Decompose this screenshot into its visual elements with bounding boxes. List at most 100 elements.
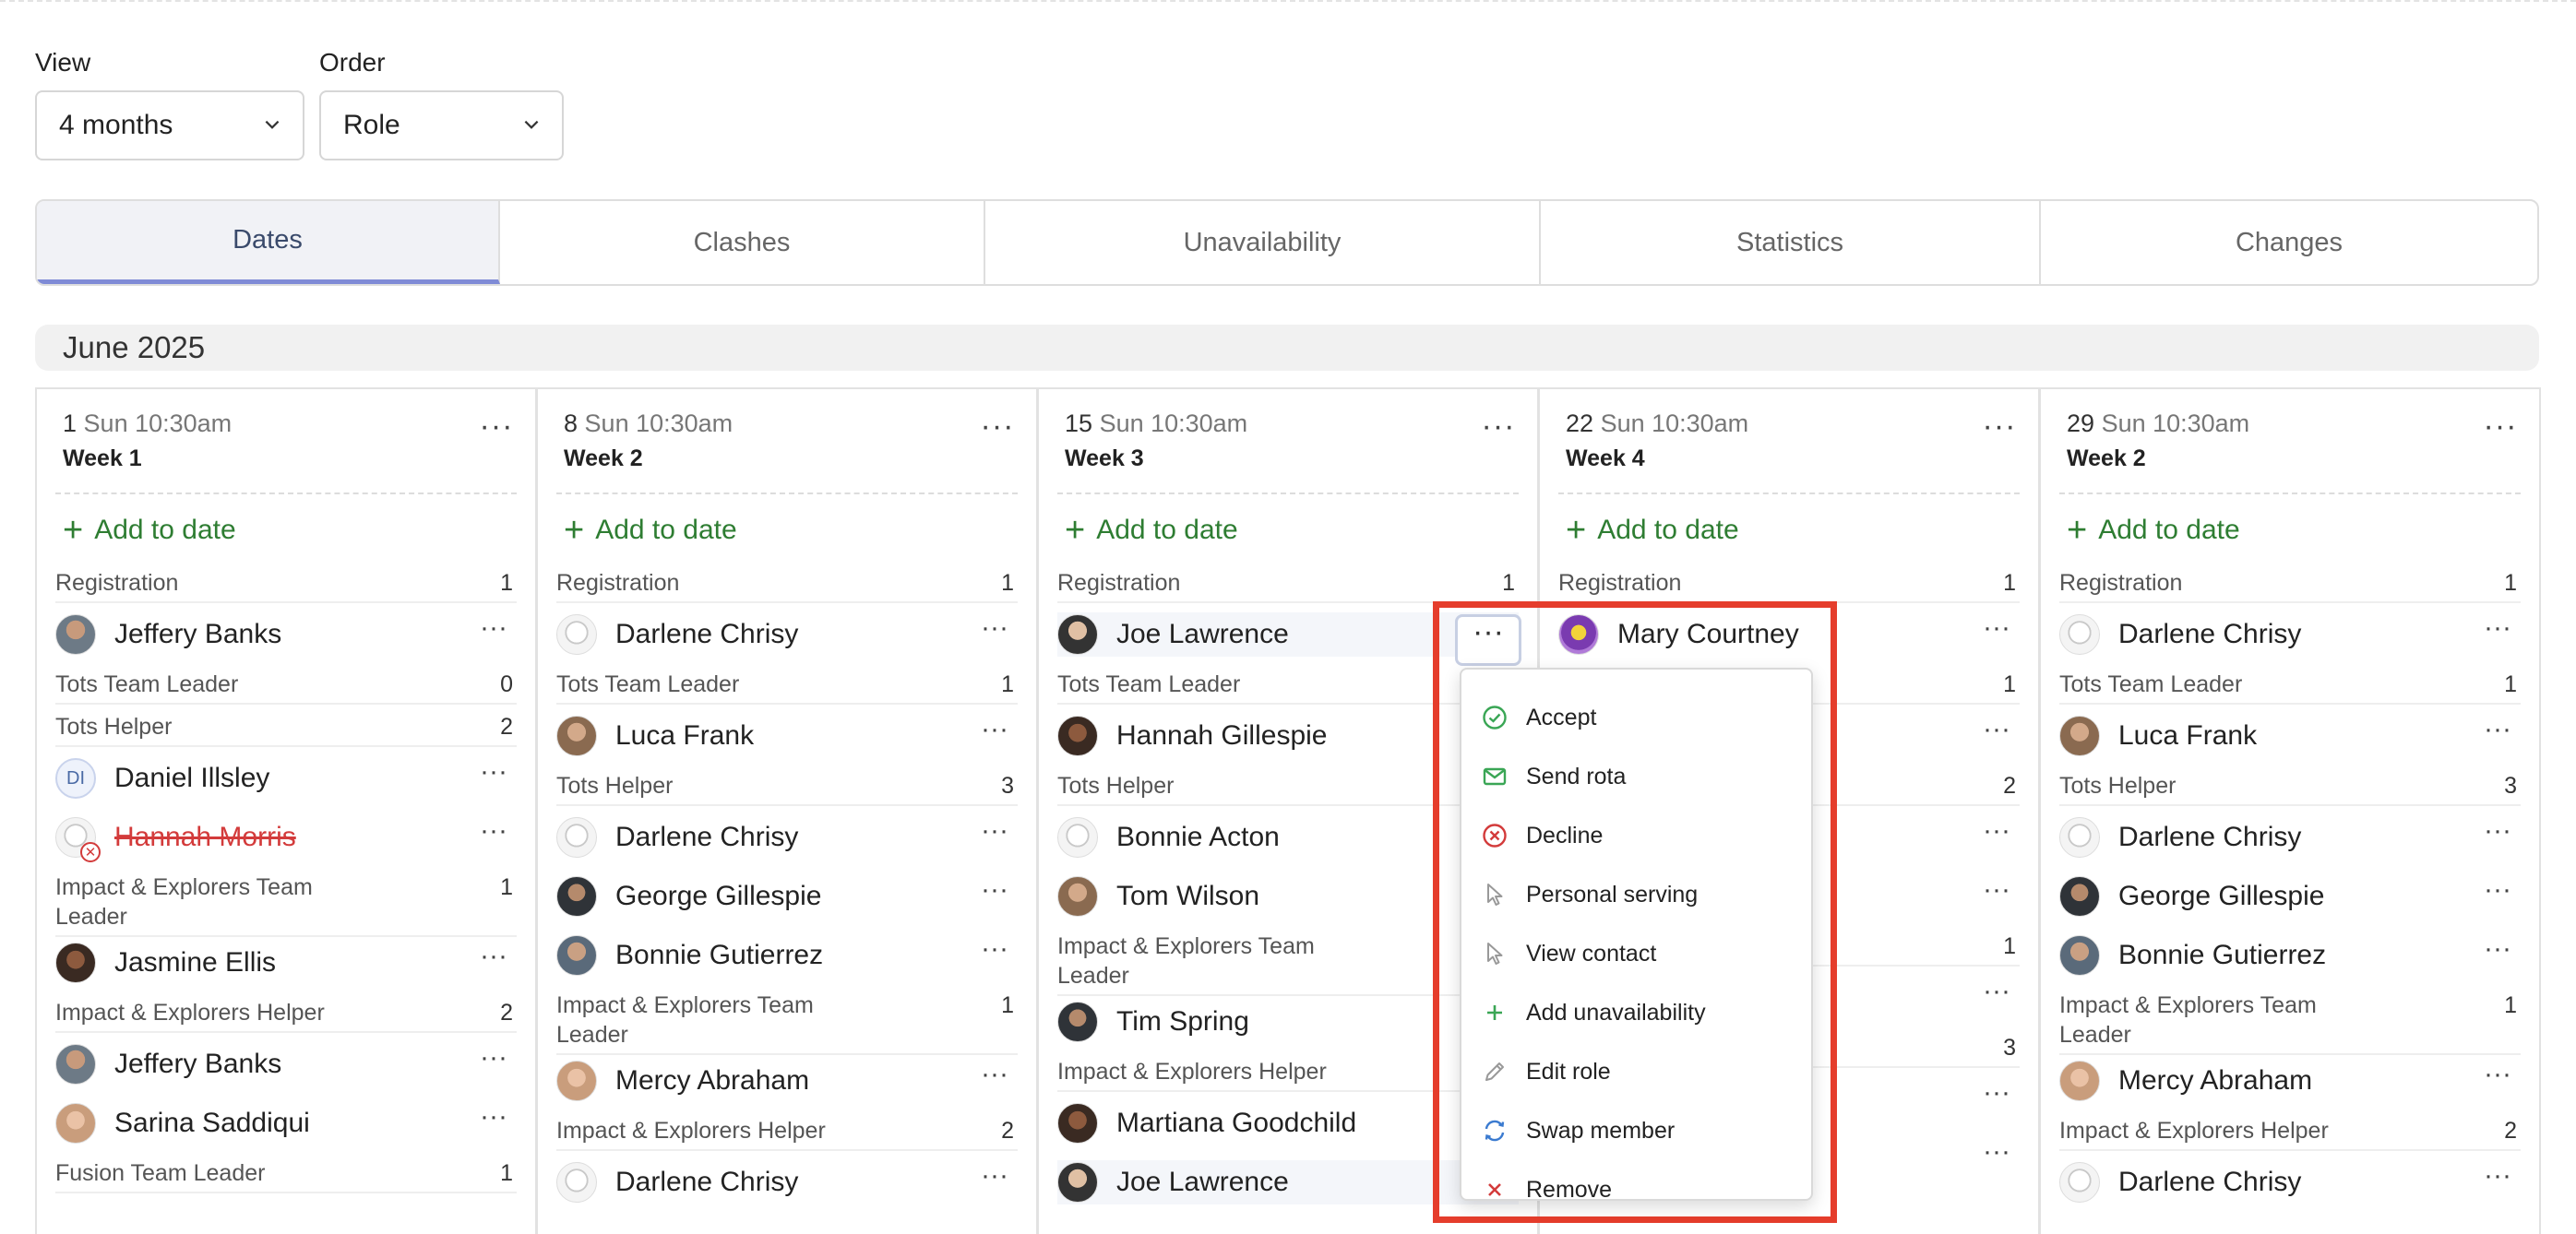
member-more-options-button[interactable]: ··· <box>981 1160 1008 1192</box>
member-name[interactable]: Darlene Chrisy <box>615 822 798 853</box>
member-name[interactable]: Joe Lawrence <box>1116 619 1289 650</box>
member-more-options-button[interactable]: ··· <box>2484 1059 2511 1090</box>
add-to-date-button[interactable]: + Add to date <box>1065 513 1238 548</box>
tab-unavailability[interactable]: Unavailability <box>985 201 1541 284</box>
role-header: Registration 1 <box>1558 568 2020 603</box>
member-more-options-button[interactable]: ··· <box>480 1101 507 1133</box>
member-more-options-button[interactable]: ··· <box>480 1042 507 1074</box>
member-name[interactable]: Jeffery Banks <box>114 1049 281 1080</box>
member-more-options-button[interactable]: ··· <box>1983 612 2010 644</box>
add-to-date-button[interactable]: + Add to date <box>1566 513 1739 548</box>
member-name[interactable]: Mercy Abraham <box>2118 1065 2312 1097</box>
menu-item-personal-serving[interactable]: Personal serving <box>1480 876 1698 913</box>
cursor-icon <box>1480 939 1509 968</box>
member-more-options-button[interactable]: ··· <box>480 756 507 788</box>
date-more-options-button[interactable]: ··· <box>2480 410 2521 448</box>
member-name[interactable]: Luca Frank <box>2118 720 2257 752</box>
date-more-options-button[interactable]: ··· <box>977 410 1018 448</box>
member-more-options-button[interactable]: ··· <box>480 612 507 644</box>
view-select[interactable]: 4 months <box>35 90 304 160</box>
avatar <box>2059 1061 2100 1101</box>
member-name[interactable]: Joe Lawrence <box>1116 1167 1289 1198</box>
member-name[interactable]: Darlene Chrisy <box>2118 619 2301 650</box>
menu-item-view-contact[interactable]: View contact <box>1480 935 1656 972</box>
member-name[interactable]: Bonnie Gutierrez <box>2118 940 2326 971</box>
member-name[interactable]: Hannah Gillespie <box>1116 720 1327 752</box>
add-to-date-label: Add to date <box>94 515 236 545</box>
member-more-options-button[interactable]: ··· <box>480 941 507 972</box>
member-row: Darlene Chrisy ··· <box>556 815 1018 860</box>
menu-item-label: Decline <box>1526 822 1604 848</box>
avatar <box>1057 876 1098 917</box>
menu-item-decline[interactable]: Decline <box>1480 817 1603 854</box>
member-name[interactable]: Jasmine Ellis <box>114 947 276 979</box>
member-name[interactable]: Luca Frank <box>615 720 754 752</box>
menu-item-accept[interactable]: Accept <box>1480 699 1596 736</box>
member-more-options-button[interactable]: ··· <box>981 612 1008 644</box>
member-row: Darlene Chrisy ··· <box>556 612 1018 657</box>
order-select[interactable]: Role <box>319 90 564 160</box>
member-more-options-button[interactable]: ··· <box>1983 714 2010 745</box>
tab-statistics[interactable]: Statistics <box>1541 201 2041 284</box>
member-more-options-button[interactable]: ··· <box>1983 976 2010 1007</box>
member-name[interactable]: Hannah Morris <box>114 822 296 853</box>
date-header: 29 Sun 10:30am Week 2 <box>2067 409 2249 472</box>
member-name[interactable]: Mercy Abraham <box>615 1065 809 1097</box>
member-name[interactable]: Tim Spring <box>1116 1006 1249 1038</box>
member-more-options-button[interactable]: ··· <box>981 1059 1008 1090</box>
member-row: Luca Frank ··· <box>556 714 1018 758</box>
date-more-options-button[interactable]: ··· <box>476 410 517 448</box>
member-more-options-button[interactable]: ··· <box>480 815 507 847</box>
plus-icon: + <box>1065 511 1086 550</box>
member-more-options-button[interactable]: ··· <box>1983 815 2010 847</box>
member-name[interactable]: Darlene Chrisy <box>2118 822 2301 853</box>
member-more-options-button[interactable]: ··· <box>2484 714 2511 745</box>
member-row: Darlene Chrisy ··· <box>2059 1160 2521 1204</box>
member-name[interactable]: George Gillespie <box>2118 881 2324 912</box>
member-name[interactable]: Martiana Goodchild <box>1116 1108 1356 1139</box>
member-name[interactable]: Darlene Chrisy <box>615 619 798 650</box>
menu-item-edit-role[interactable]: Edit role <box>1480 1053 1611 1090</box>
view-label: View <box>35 48 91 77</box>
member-more-options-button[interactable]: ··· <box>2484 874 2511 906</box>
menu-item-swap-member[interactable]: Swap member <box>1480 1112 1675 1149</box>
menu-item-add-unavailability[interactable]: Add unavailability <box>1480 994 1706 1031</box>
tab-changes[interactable]: Changes <box>2041 201 2537 284</box>
member-name[interactable]: Tom Wilson <box>1116 881 1259 912</box>
member-name[interactable]: Bonnie Gutierrez <box>615 940 823 971</box>
more-options-button-active[interactable]: ··· <box>1455 614 1521 666</box>
date-column: 29 Sun 10:30am Week 2 ··· + Add to date Regis… <box>2039 387 2541 1234</box>
member-more-options-button[interactable]: ··· <box>1983 1136 2010 1168</box>
member-more-options-button[interactable]: ··· <box>981 815 1008 847</box>
role-count: 1 <box>1502 570 1515 596</box>
member-name[interactable]: Darlene Chrisy <box>615 1167 798 1198</box>
member-more-options-button[interactable]: ··· <box>981 874 1008 906</box>
add-to-date-button[interactable]: + Add to date <box>2067 513 2240 548</box>
member-name[interactable]: Sarina Saddiqui <box>114 1108 310 1139</box>
member-more-options-button[interactable]: ··· <box>2484 612 2511 644</box>
member-name[interactable]: Jeffery Banks <box>114 619 281 650</box>
member-more-options-button[interactable]: ··· <box>2484 933 2511 965</box>
menu-item-remove[interactable]: Remove <box>1480 1171 1612 1208</box>
avatar <box>1057 817 1098 858</box>
member-name[interactable]: Bonnie Acton <box>1116 822 1280 853</box>
menu-item-send-rota[interactable]: Send rota <box>1480 758 1626 795</box>
member-row: Bonnie Gutierrez ··· <box>556 933 1018 978</box>
member-more-options-button[interactable]: ··· <box>981 714 1008 745</box>
member-name[interactable]: Darlene Chrisy <box>2118 1167 2301 1198</box>
date-more-options-button[interactable]: ··· <box>1478 410 1519 448</box>
date-more-options-button[interactable]: ··· <box>1979 410 2020 448</box>
member-more-options-button[interactable]: ··· <box>2484 815 2511 847</box>
add-to-date-button[interactable]: + Add to date <box>63 513 236 548</box>
date-time: Sun 10:30am <box>83 409 233 437</box>
member-name[interactable]: George Gillespie <box>615 881 821 912</box>
role-name: Impact & Explorers Team Leader <box>1057 933 1315 989</box>
member-more-options-button[interactable]: ··· <box>1983 874 2010 906</box>
add-to-date-button[interactable]: + Add to date <box>564 513 737 548</box>
tab-clashes[interactable]: Clashes <box>500 201 985 284</box>
member-more-options-button[interactable]: ··· <box>981 933 1008 965</box>
tab-dates[interactable]: Dates <box>37 201 500 284</box>
member-name[interactable]: Daniel Illsley <box>114 763 269 794</box>
member-more-options-button[interactable]: ··· <box>2484 1160 2511 1192</box>
member-more-options-button[interactable]: ··· <box>1983 1077 2010 1109</box>
